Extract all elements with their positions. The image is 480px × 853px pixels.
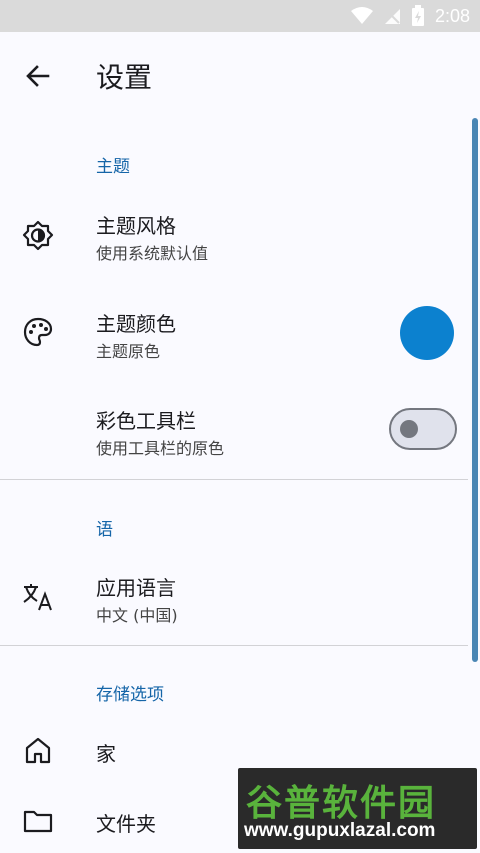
watermark: 谷普软件园 www.gupuxlazal.com: [238, 768, 477, 849]
folder-title[interactable]: 文件夹: [96, 808, 156, 837]
wifi-icon: [350, 7, 373, 24]
section-header-storage: 存储选项: [96, 685, 164, 705]
section-header-theme: 主题: [96, 157, 130, 177]
switch-knob: [400, 420, 418, 438]
colored-toolbar-switch[interactable]: [389, 408, 457, 450]
status-bar: 2:08: [0, 0, 480, 32]
status-icons: 2:08: [350, 5, 470, 27]
signal-off-icon: [384, 9, 400, 24]
app-bar: 设置: [0, 32, 480, 120]
theme-style-title[interactable]: 主题风格: [96, 210, 176, 239]
colored-toolbar-title[interactable]: 彩色工具栏: [96, 405, 196, 434]
scrollbar[interactable]: [472, 118, 478, 662]
home-title[interactable]: 家: [96, 738, 116, 767]
page-title: 设置: [96, 61, 153, 94]
brightness-icon: [22, 220, 54, 251]
watermark-brand: 谷普软件园: [246, 783, 437, 824]
battery-charging-icon: [411, 5, 424, 26]
back-arrow-icon[interactable]: [22, 60, 54, 92]
home-icon: [25, 737, 51, 764]
theme-color-subtitle: 主题原色: [96, 342, 161, 361]
status-time: 2:08: [434, 5, 470, 26]
app-language-subtitle: 中文 (中国): [96, 606, 178, 625]
theme-style-subtitle: 使用系统默认值: [96, 244, 209, 263]
section-header-language: 语: [96, 520, 113, 540]
translate-icon: [23, 584, 52, 611]
theme-color-swatch[interactable]: [400, 306, 454, 360]
theme-color-title[interactable]: 主题颜色: [96, 308, 176, 337]
app-language-title[interactable]: 应用语言: [96, 572, 176, 601]
folder-icon: [23, 810, 53, 833]
colored-toolbar-subtitle: 使用工具栏的原色: [96, 439, 225, 458]
watermark-url: www.gupuxlazal.com: [244, 820, 436, 841]
divider: [0, 479, 468, 480]
divider: [0, 645, 468, 646]
palette-icon: [23, 317, 53, 347]
